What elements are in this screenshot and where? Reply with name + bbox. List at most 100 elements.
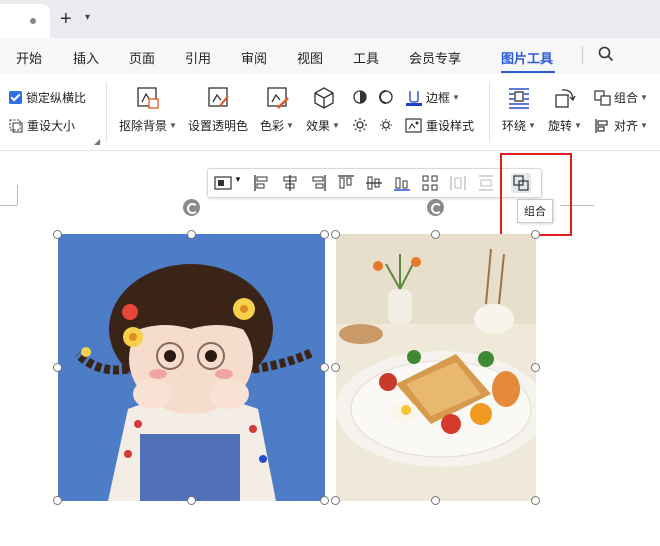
border-button[interactable]: 边框 ▼ — [405, 89, 460, 106]
chevron-down-icon: ▼ — [528, 121, 536, 130]
group-button[interactable]: 组合 ▼ — [594, 89, 648, 106]
effects-icon[interactable] — [312, 86, 336, 110]
remove-background-label: 抠除背景 — [119, 119, 168, 133]
wrap-button[interactable]: 环绕 ▼ — [502, 117, 536, 134]
set-transparent-color-icon[interactable] — [207, 86, 231, 110]
effects-label: 效果 — [306, 119, 331, 133]
resize-handle[interactable] — [431, 230, 440, 239]
distribute-vertical-icon[interactable] — [476, 173, 496, 193]
dialog-launcher-icon[interactable]: ◢ — [94, 137, 100, 146]
resize-handle[interactable] — [187, 496, 196, 505]
reset-size-button[interactable]: 重设大小 — [9, 117, 75, 134]
resize-handle[interactable] — [331, 230, 340, 239]
chevron-down-icon: ▼ — [574, 121, 582, 130]
search-icon[interactable] — [598, 46, 614, 62]
resize-handle[interactable] — [53, 230, 62, 239]
resize-handle[interactable] — [331, 363, 340, 372]
group-label: 组合 — [614, 91, 639, 105]
resize-handle[interactable] — [331, 496, 340, 505]
chevron-down-icon: ▼ — [640, 93, 648, 102]
resize-handle[interactable] — [187, 230, 196, 239]
new-tab-button[interactable]: + — [60, 8, 72, 30]
unsaved-dot-icon — [30, 18, 36, 24]
resize-handle[interactable] — [320, 363, 329, 372]
menu-view[interactable]: 视图 — [297, 48, 323, 67]
resize-handle[interactable] — [53, 496, 62, 505]
align-bottom-icon[interactable] — [392, 173, 412, 193]
active-tab-indicator — [501, 71, 555, 73]
group-icon — [594, 89, 611, 106]
reset-size-label: 重设大小 — [27, 119, 76, 133]
increase-brightness-icon[interactable] — [352, 117, 368, 133]
layout-options-icon[interactable] — [214, 173, 232, 193]
chevron-down-icon[interactable]: ▼ — [234, 175, 242, 184]
resize-handle[interactable] — [320, 496, 329, 505]
align-left-icon — [595, 118, 608, 133]
color-button[interactable]: 色彩 ▼ — [260, 117, 294, 134]
chevron-down-icon[interactable]: ▾ — [85, 12, 90, 23]
color-icon[interactable] — [266, 86, 290, 110]
align-button[interactable]: 对齐 ▼ — [594, 117, 648, 134]
remove-background-icon[interactable] — [136, 86, 160, 110]
title-bar: + ▾ — [0, 0, 660, 38]
decrease-contrast-icon[interactable] — [378, 89, 394, 105]
document-tab[interactable] — [0, 4, 50, 38]
reset-style-label: 重设样式 — [426, 119, 475, 133]
rotate-handle-icon[interactable] — [427, 199, 444, 216]
rotate-icon[interactable] — [553, 86, 577, 110]
reset-style-button[interactable]: 重设样式 — [405, 117, 474, 134]
resize-handle[interactable] — [431, 496, 440, 505]
color-label: 色彩 — [260, 119, 285, 133]
align-top-icon[interactable] — [336, 173, 356, 193]
lock-ratio-checkbox[interactable]: 锁定纵横比 — [9, 89, 86, 106]
chevron-down-icon: ▼ — [169, 121, 177, 130]
resize-handle[interactable] — [531, 496, 540, 505]
tooltip: 组合 — [517, 199, 553, 223]
menu-tools[interactable]: 工具 — [353, 48, 379, 67]
girl-illustration-image[interactable] — [58, 234, 325, 501]
wrap-label: 环绕 — [502, 119, 527, 133]
ribbon-divider — [106, 82, 107, 142]
wrap-text-icon[interactable] — [507, 86, 531, 110]
checkbox-checked-icon — [9, 91, 22, 104]
menu-home[interactable]: 开始 — [16, 48, 42, 67]
resize-handle[interactable] — [53, 363, 62, 372]
reset-size-icon — [9, 119, 23, 132]
decrease-brightness-icon[interactable] — [378, 117, 394, 133]
align-left-icon[interactable] — [252, 173, 272, 193]
rotate-handle-icon[interactable] — [183, 199, 200, 216]
resize-handle[interactable] — [320, 230, 329, 239]
food-plate-image[interactable] — [336, 234, 536, 501]
menu-page[interactable]: 页面 — [129, 48, 155, 67]
remove-background-button[interactable]: 抠除背景 ▼ — [119, 117, 177, 134]
menu-picture-tools[interactable]: 图片工具 — [501, 48, 553, 67]
menu-member[interactable]: 会员专享 — [409, 48, 461, 67]
align-middle-icon[interactable] — [364, 173, 384, 193]
increase-contrast-icon[interactable] — [352, 89, 368, 105]
floating-picture-toolbar: ▼ — [207, 168, 542, 198]
menu-insert[interactable]: 插入 — [73, 48, 99, 67]
menu-review[interactable]: 审阅 — [241, 48, 267, 67]
distribute-icon[interactable] — [420, 173, 440, 193]
effects-button[interactable]: 效果 ▼ — [306, 117, 340, 134]
menu-references[interactable]: 引用 — [185, 48, 211, 67]
girl-illustration — [58, 234, 325, 501]
set-transparent-color-label: 设置透明色 — [188, 119, 249, 133]
set-transparent-color-button[interactable]: 设置透明色 — [188, 117, 248, 134]
menu-divider — [582, 46, 583, 64]
rotate-button[interactable]: 旋转 ▼ — [548, 117, 582, 134]
align-label: 对齐 — [614, 119, 639, 133]
chevron-down-icon: ▼ — [286, 121, 294, 130]
page-margin-line — [0, 205, 17, 206]
reset-style-icon — [405, 118, 422, 133]
ribbon-divider — [489, 82, 490, 142]
resize-handle[interactable] — [531, 230, 540, 239]
chevron-down-icon: ▼ — [332, 121, 340, 130]
food-plate-illustration — [336, 234, 536, 501]
align-right-icon[interactable] — [308, 173, 328, 193]
highlight-box — [500, 153, 572, 236]
distribute-horizontal-icon[interactable] — [448, 173, 468, 193]
resize-handle[interactable] — [531, 363, 540, 372]
align-center-icon[interactable] — [280, 173, 300, 193]
border-icon — [406, 90, 422, 106]
